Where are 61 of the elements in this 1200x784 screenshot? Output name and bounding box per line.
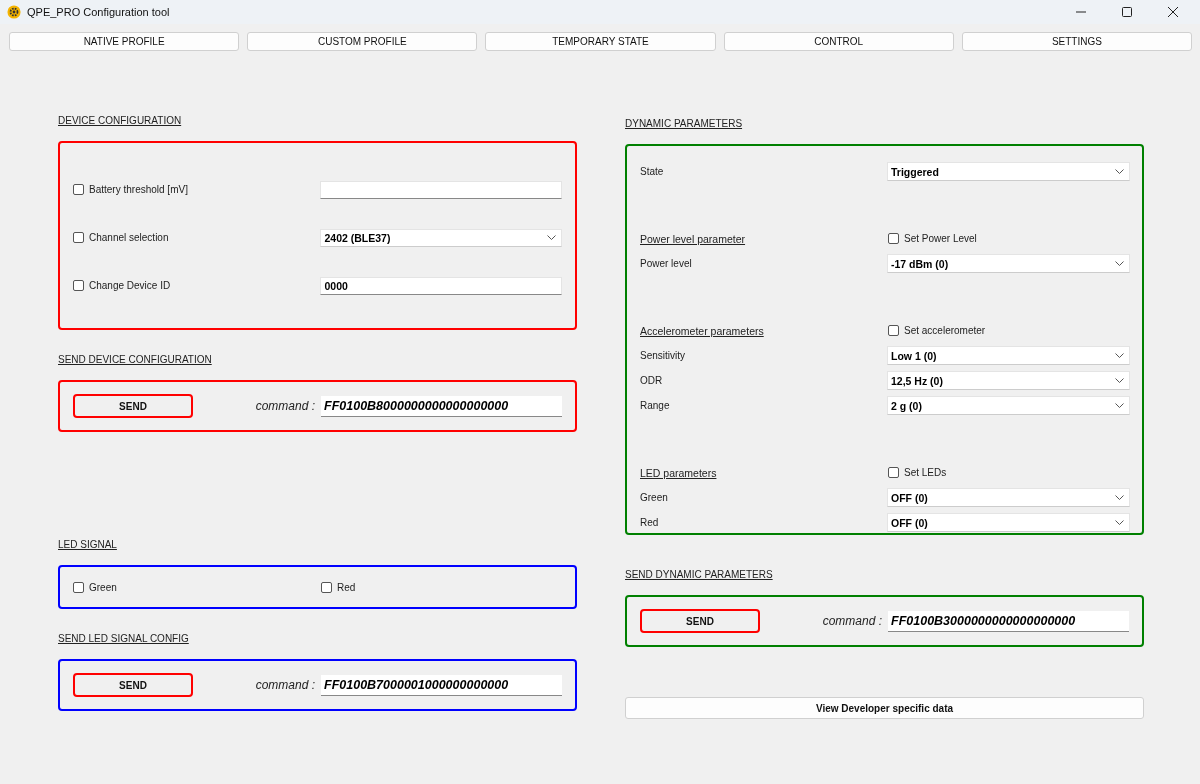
command-field[interactable]: FF0100B7000001000000000000 — [321, 674, 562, 696]
dropdown[interactable]: 2402 (BLE37) — [320, 228, 562, 247]
dropdown[interactable]: 2 g (0) — [886, 396, 1130, 415]
chevron-down-icon — [1115, 520, 1124, 525]
dropdown[interactable]: Triggered — [886, 162, 1130, 181]
field-label: Range — [640, 400, 671, 411]
group-title: Accelerometer parameters — [640, 324, 765, 337]
checkbox[interactable]: Set Power Level — [888, 233, 977, 244]
tab[interactable]: NATIVE PROFILE — [9, 32, 240, 51]
checkbox[interactable]: Battery threshold [mV] — [73, 184, 321, 195]
command-field[interactable]: FF0100B3000000000000000000 — [888, 610, 1129, 632]
send-button[interactable]: SEND — [73, 673, 193, 697]
section-heading: SEND DYNAMIC PARAMETERS — [625, 569, 773, 580]
checkbox[interactable]: Channel selection — [73, 232, 321, 243]
checkbox[interactable]: Red — [321, 581, 569, 593]
send-button[interactable]: SEND — [73, 394, 193, 418]
tab[interactable]: CONTROL — [723, 32, 954, 51]
section-heading: SEND DEVICE CONFIGURATION — [58, 354, 212, 365]
tab[interactable]: CUSTOM PROFILE — [247, 32, 478, 51]
field-label: ODR — [640, 375, 664, 386]
field-label: Sensitivity — [640, 350, 686, 361]
dropdown[interactable]: 12,5 Hz (0) — [886, 371, 1130, 390]
chevron-down-icon — [1115, 495, 1124, 500]
command-label: command : — [255, 399, 315, 413]
section-heading: DEVICE CONFIGURATION — [58, 115, 182, 126]
gear-icon — [7, 5, 21, 19]
send-button[interactable]: SEND — [640, 609, 760, 633]
section-heading: LED SIGNAL — [58, 539, 117, 550]
field-label: Power level — [640, 258, 693, 269]
checkbox[interactable]: Set LEDs — [888, 467, 947, 478]
developer-data-button[interactable]: View Developer specific data — [625, 697, 1144, 719]
chevron-down-icon — [1115, 403, 1124, 408]
maximize-icon[interactable] — [1122, 7, 1132, 17]
input-field[interactable]: 0000 — [320, 276, 562, 295]
chevron-down-icon — [1115, 353, 1124, 358]
dropdown[interactable]: -17 dBm (0) — [886, 254, 1130, 273]
checkbox[interactable]: Green — [73, 581, 321, 593]
window-title: QPE_PRO Configuration tool — [27, 6, 170, 18]
field-label: Green — [640, 492, 669, 503]
chevron-down-icon — [1115, 261, 1124, 266]
command-field[interactable]: FF0100B8000000000000000000 — [321, 395, 562, 417]
chevron-down-icon — [1115, 378, 1124, 383]
input-field[interactable] — [320, 180, 562, 199]
tab[interactable]: TEMPORARY STATE — [485, 32, 716, 51]
section-heading: DYNAMIC PARAMETERS — [625, 118, 743, 129]
section-heading: SEND LED SIGNAL CONFIG — [58, 633, 189, 644]
chevron-down-icon — [1115, 169, 1124, 174]
close-icon[interactable] — [1168, 7, 1178, 17]
tab[interactable]: SETTINGS — [961, 32, 1192, 51]
chevron-down-icon — [547, 235, 556, 240]
command-label: command : — [822, 614, 882, 628]
group-title: LED parameters — [640, 466, 718, 479]
dropdown[interactable]: OFF (0) — [886, 513, 1130, 532]
field-label: State — [640, 166, 665, 177]
checkbox[interactable]: Set accelerometer — [888, 325, 986, 336]
command-label: command : — [255, 678, 315, 692]
field-label: Red — [640, 517, 660, 528]
dropdown[interactable]: Low 1 (0) — [886, 346, 1130, 365]
group-title: Power level parameter — [640, 232, 747, 245]
checkbox[interactable]: Change Device ID — [73, 280, 321, 291]
dropdown[interactable]: OFF (0) — [886, 488, 1130, 507]
